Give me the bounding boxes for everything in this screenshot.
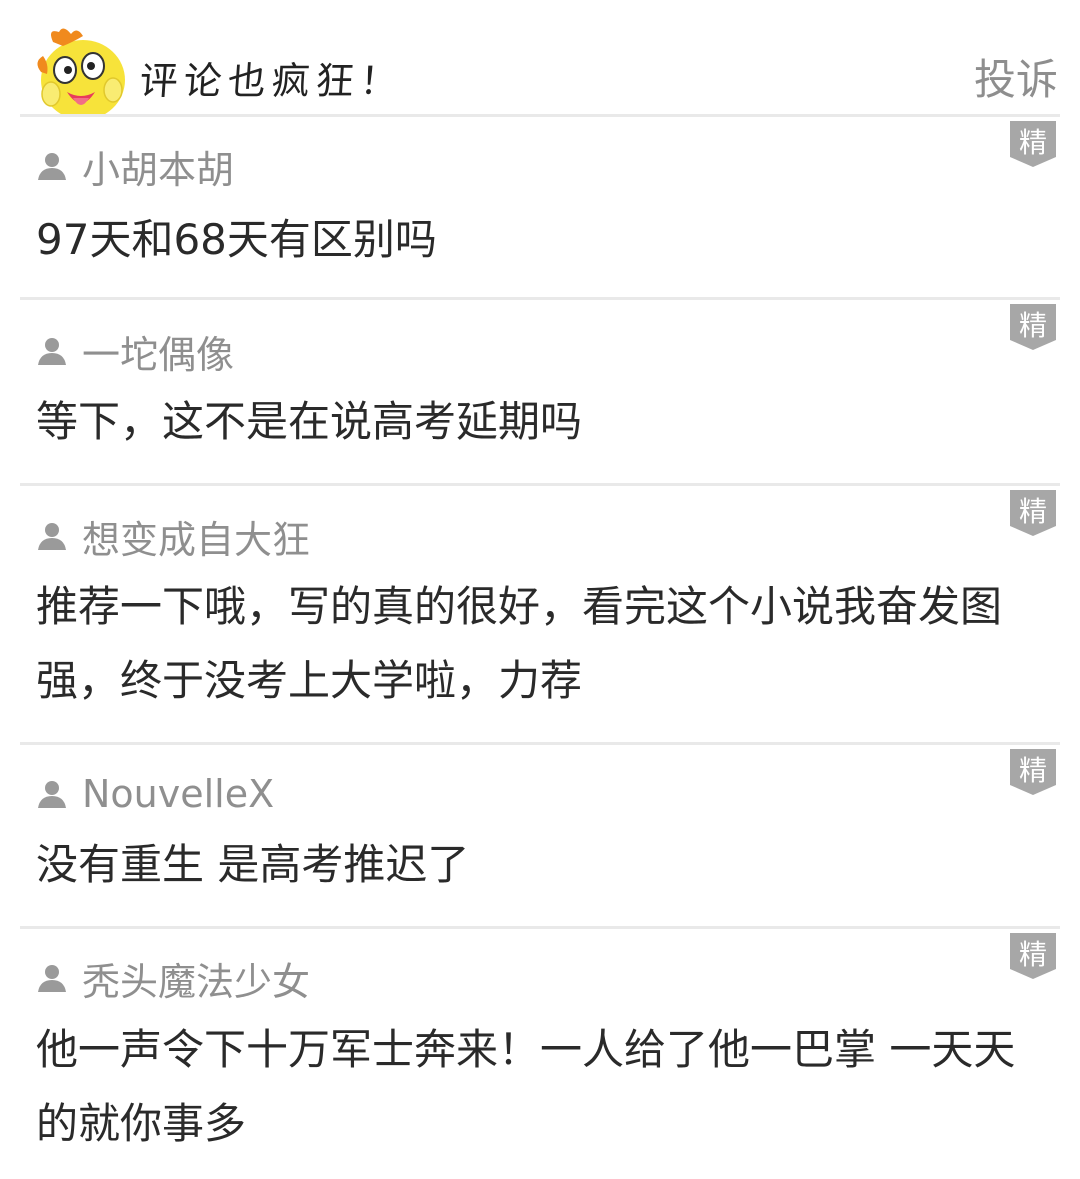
- featured-badge-icon: 精: [1010, 490, 1056, 536]
- user-icon: [38, 523, 66, 550]
- username: NouvelleX: [82, 772, 275, 816]
- comment-author[interactable]: 一坨偶像: [36, 326, 235, 377]
- featured-badge-label: 精: [1019, 938, 1047, 971]
- comment-text: 等下，这不是在说高考延期吗: [36, 397, 583, 446]
- report-button[interactable]: 投诉: [974, 46, 1058, 107]
- featured-badge-icon: 精: [1010, 749, 1056, 795]
- featured-badge-icon: 精: [1010, 933, 1056, 979]
- comment-text: 他一声令下十万军士奔来！一人给了他一巴掌 一天天的就你事多: [36, 1025, 1016, 1148]
- duck-mascot-icon: [37, 28, 125, 116]
- featured-badge-label: 精: [1019, 495, 1047, 528]
- comment-author[interactable]: NouvelleX: [36, 769, 274, 819]
- comment-author[interactable]: 秃头魔法少女: [36, 953, 311, 1004]
- user-icon: [38, 965, 66, 992]
- user-icon: [38, 781, 66, 808]
- username: 秃头魔法少女: [82, 959, 311, 1004]
- comment-text: 推荐一下哦，写的真的很好，看完这个小说我奋发图强，终于没考上大学啦，力荐: [36, 582, 1003, 705]
- comment-item: 精 NouvelleX 没有重生 是高考推迟了: [0, 745, 1080, 926]
- featured-badge-label: 精: [1019, 126, 1047, 159]
- comment-item: 精 小胡本胡 97天和68天有区别吗: [0, 117, 1080, 297]
- user-icon: [38, 153, 66, 180]
- featured-badge-icon: 精: [1010, 121, 1056, 167]
- comment-text: 没有重生 是高考推迟了: [36, 840, 470, 889]
- featured-badge-label: 精: [1019, 309, 1047, 342]
- comment-item: 精 秃头魔法少女 他一声令下十万军士奔来！一人给了他一巴掌 一天天的就你事多: [0, 929, 1080, 1179]
- page-title: 评论也疯狂！: [138, 59, 406, 103]
- username: 小胡本胡: [82, 147, 235, 192]
- username: 想变成自大狂: [82, 517, 311, 562]
- comment-author[interactable]: 想变成自大狂: [36, 511, 311, 562]
- comment-item: 精 一坨偶像 等下，这不是在说高考延期吗: [0, 300, 1080, 483]
- username: 一坨偶像: [82, 332, 235, 377]
- comment-text: 97天和68天有区别吗: [36, 215, 437, 264]
- comment-item: 精 想变成自大狂 推荐一下哦，写的真的很好，看完这个小说我奋发图强，终于没考上大…: [0, 486, 1080, 742]
- featured-badge-label: 精: [1019, 754, 1047, 787]
- comment-author[interactable]: 小胡本胡: [36, 141, 235, 192]
- featured-badge-icon: 精: [1010, 304, 1056, 350]
- comments-header: 评论也疯狂！ 投诉: [0, 0, 1080, 116]
- user-icon: [38, 338, 66, 365]
